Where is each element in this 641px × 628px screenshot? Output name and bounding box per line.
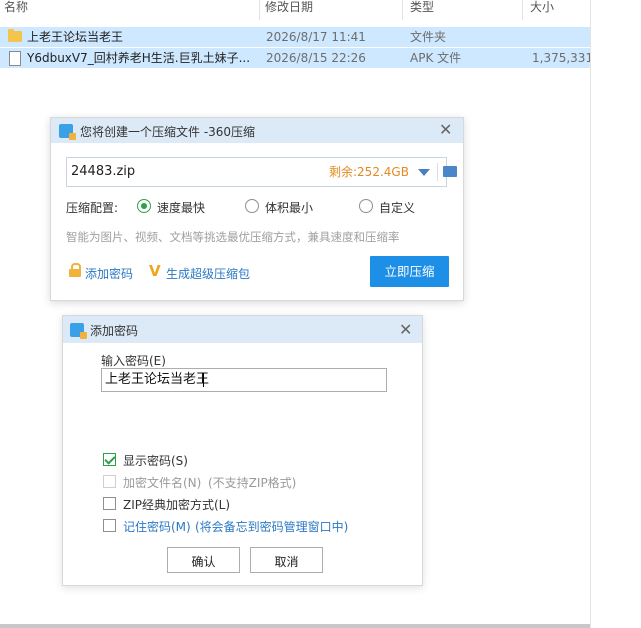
compress-dialog-titlebar[interactable]: 您将创建一个压缩文件 -360压缩 ✕ <box>51 118 463 143</box>
radio-smallest[interactable] <box>245 199 259 213</box>
encrypt-names-label[interactable]: 加密文件名(N) <box>123 474 201 491</box>
password-dialog-titlebar[interactable]: 添加密码 ✕ <box>63 316 422 343</box>
encrypt-names-note: (不支持ZIP格式) <box>208 476 297 490</box>
file-type: APK 文件 <box>410 51 462 65</box>
column-header-size[interactable]: 大小 <box>530 0 554 20</box>
360zip-logo-icon <box>59 124 76 140</box>
v-badge-icon[interactable]: V <box>149 264 161 279</box>
file-size: 1,375,331. <box>532 51 590 65</box>
column-separator[interactable] <box>402 0 403 20</box>
password-value[interactable]: 上老王论坛当老王 <box>105 369 209 391</box>
remember-password-label[interactable]: 记住密码(M) <box>123 518 191 535</box>
window-edge <box>590 0 591 628</box>
360zip-logo-icon <box>70 323 87 339</box>
show-password-label[interactable]: 显示密码(S) <box>123 452 188 469</box>
option-custom-label[interactable]: 自定义 <box>379 199 415 216</box>
file-date: 2026/8/17 11:41 <box>266 30 366 44</box>
free-space-label: 剩余:252.4GB <box>329 165 409 179</box>
compress-hint-text: 智能为图片、视频、文档等挑选最优压缩方式，兼具速度和压缩率 <box>66 230 400 244</box>
remember-password-note: (将会备忘到密码管理窗口中) <box>195 520 349 534</box>
zip-classic-checkbox[interactable] <box>103 497 116 510</box>
compress-config-label: 压缩配置: <box>66 201 119 215</box>
radio-custom[interactable] <box>359 199 373 213</box>
archive-filename[interactable]: 24483.zip <box>71 158 135 186</box>
folder-icon <box>8 29 22 42</box>
cancel-button[interactable]: 取消 <box>250 547 323 573</box>
file-row[interactable]: 上老王论坛当老王 2026/8/17 11:41 文件夹 <box>0 27 590 47</box>
dropdown-arrow-icon[interactable] <box>418 169 430 176</box>
password-dialog: 添加密码 ✕ 输入密码(E) 上老王论坛当老王 显示密码(S) 加密文件名(N)… <box>62 315 423 586</box>
compress-dialog-title: 您将创建一个压缩文件 -360压缩 <box>80 125 256 139</box>
column-separator[interactable] <box>259 0 260 20</box>
compress-dialog: 您将创建一个压缩文件 -360压缩 ✕ 24483.zip 剩余:252.4GB… <box>50 117 464 301</box>
super-pack-link[interactable]: 生成超级压缩包 <box>166 265 250 282</box>
close-icon[interactable]: ✕ <box>399 322 412 338</box>
lock-icon[interactable] <box>69 263 81 277</box>
password-input[interactable]: 上老王论坛当老王 <box>101 368 387 392</box>
column-header-date[interactable]: 修改日期 <box>265 0 313 20</box>
browse-folder-icon[interactable] <box>443 166 457 177</box>
radio-fastest[interactable] <box>137 199 151 213</box>
remember-password-checkbox[interactable] <box>103 519 116 532</box>
column-separator[interactable] <box>522 0 523 20</box>
column-header-type[interactable]: 类型 <box>410 0 434 20</box>
show-password-checkbox[interactable] <box>103 453 116 466</box>
file-type: 文件夹 <box>410 30 447 44</box>
option-smallest-label[interactable]: 体积最小 <box>265 199 313 216</box>
divider <box>437 163 438 181</box>
file-icon <box>9 51 21 66</box>
close-icon[interactable]: ✕ <box>439 122 452 138</box>
add-password-link[interactable]: 添加密码 <box>85 265 133 282</box>
column-header-name[interactable]: 名称 <box>4 0 28 20</box>
zip-classic-label[interactable]: ZIP经典加密方式(L) <box>123 496 230 513</box>
file-date: 2026/8/15 22:26 <box>266 51 366 65</box>
file-name: 上老王论坛当老王 <box>27 30 124 44</box>
file-row[interactable]: Y6dbuxV7_回村养老H生活.巨乳土妹子... 2026/8/15 22:2… <box>0 48 590 68</box>
archive-path-field[interactable]: 24483.zip 剩余:252.4GB <box>66 157 457 187</box>
horizontal-scrollbar[interactable] <box>0 624 590 628</box>
password-input-label: 输入密码(E) <box>101 354 166 368</box>
option-fastest-label[interactable]: 速度最快 <box>157 199 205 216</box>
confirm-button[interactable]: 确认 <box>167 547 240 573</box>
file-list-header: 名称 修改日期 类型 大小 <box>0 0 590 20</box>
password-dialog-title: 添加密码 <box>90 324 139 338</box>
text-caret <box>203 373 204 387</box>
start-compress-button[interactable]: 立即压缩 <box>370 256 449 287</box>
encrypt-names-checkbox[interactable] <box>103 475 116 488</box>
file-name: Y6dbuxV7_回村养老H生活.巨乳土妹子... <box>27 51 251 65</box>
